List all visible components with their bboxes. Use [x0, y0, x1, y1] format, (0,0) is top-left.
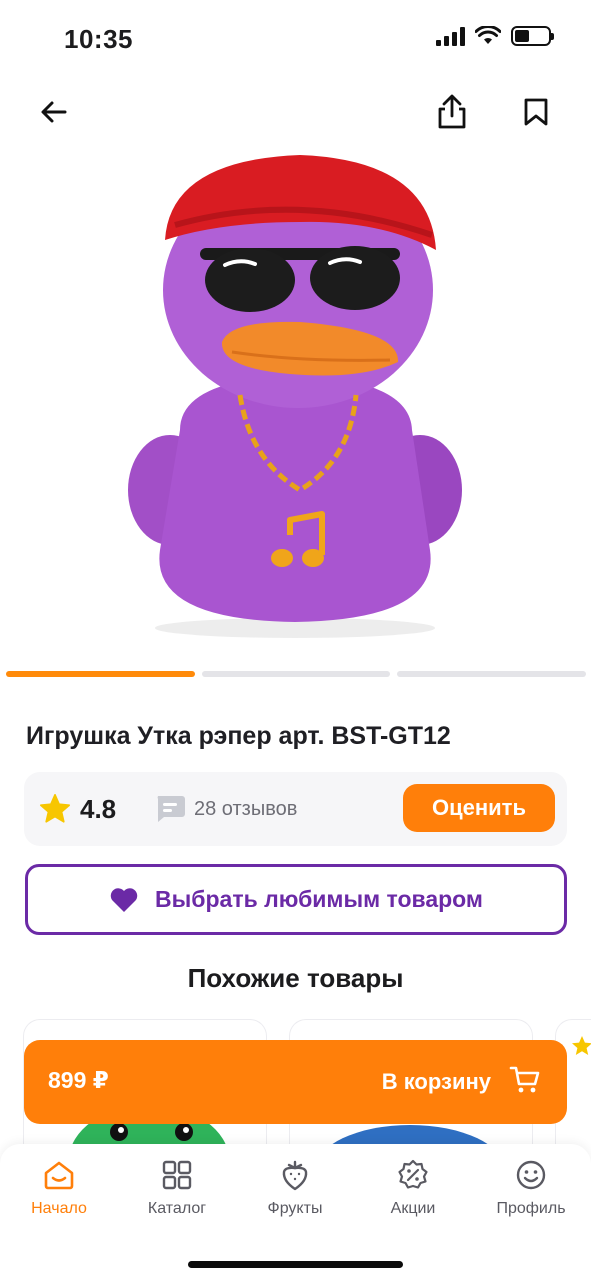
home-icon: [44, 1161, 74, 1190]
tab-promos[interactable]: Акции: [363, 1158, 463, 1218]
product-title: Игрушка Утка рэпер арт. BST-GT12: [26, 722, 451, 750]
home-indicator: [188, 1261, 403, 1268]
price: 899 ₽: [48, 1067, 109, 1093]
favorite-button-label: Выбрать любимым товаром: [155, 886, 483, 912]
add-to-cart-label: В корзину: [381, 1069, 491, 1094]
wifi-icon: [475, 26, 501, 44]
grid-icon: [162, 1160, 192, 1190]
favorite-button[interactable]: Выбрать любимым товаром: [25, 864, 567, 935]
reviews-link[interactable]: 28 отзывов: [194, 798, 297, 821]
tab-fruits[interactable]: Фрукты: [245, 1158, 345, 1218]
cart-icon: [509, 1066, 540, 1093]
pager-dot[interactable]: [397, 671, 587, 677]
tab-label: Акции: [390, 1200, 436, 1217]
rate-button[interactable]: Оценить: [403, 784, 555, 832]
bookmark-icon: [524, 98, 548, 126]
back-button[interactable]: [30, 88, 78, 136]
cellular-signal-icon: [436, 26, 465, 46]
tab-catalog[interactable]: Каталог: [127, 1158, 227, 1218]
battery-icon: [511, 26, 554, 46]
similar-products-title: Похожие товары: [187, 963, 404, 993]
smile-icon: [516, 1160, 546, 1190]
tab-label: Начало: [31, 1200, 87, 1217]
discount-icon: [398, 1159, 428, 1189]
star-icon: [39, 793, 71, 823]
bookmark-button[interactable]: [512, 88, 560, 136]
add-to-cart-bar[interactable]: 899 ₽ В корзину: [24, 1040, 567, 1124]
rating-card: 4.8 28 отзывов Оценить: [24, 772, 567, 846]
share-icon: [438, 94, 466, 129]
strawberry-icon: [282, 1160, 308, 1191]
tab-label: Каталог: [147, 1200, 207, 1217]
tab-home[interactable]: Начало: [9, 1158, 109, 1218]
pager-dot[interactable]: [6, 671, 195, 677]
rating-value: 4.8: [80, 794, 117, 824]
heart-icon: [110, 887, 138, 912]
status-time: 10:35: [64, 24, 133, 54]
tab-label: Профиль: [496, 1200, 566, 1217]
product-image[interactable]: [0, 130, 591, 660]
bottom-tab-bar: Начало Каталог Фрукты Акции Профиль: [0, 1144, 591, 1280]
image-pager: [6, 671, 587, 677]
review-bubble-icon: [157, 796, 185, 822]
status-bar: 10:35: [0, 0, 591, 80]
share-button[interactable]: [428, 88, 476, 136]
arrow-left-icon: [41, 101, 67, 123]
tab-profile[interactable]: Профиль: [481, 1158, 581, 1218]
star-icon: [572, 1036, 591, 1055]
tab-label: Фрукты: [267, 1200, 323, 1217]
pager-dot[interactable]: [201, 671, 391, 677]
